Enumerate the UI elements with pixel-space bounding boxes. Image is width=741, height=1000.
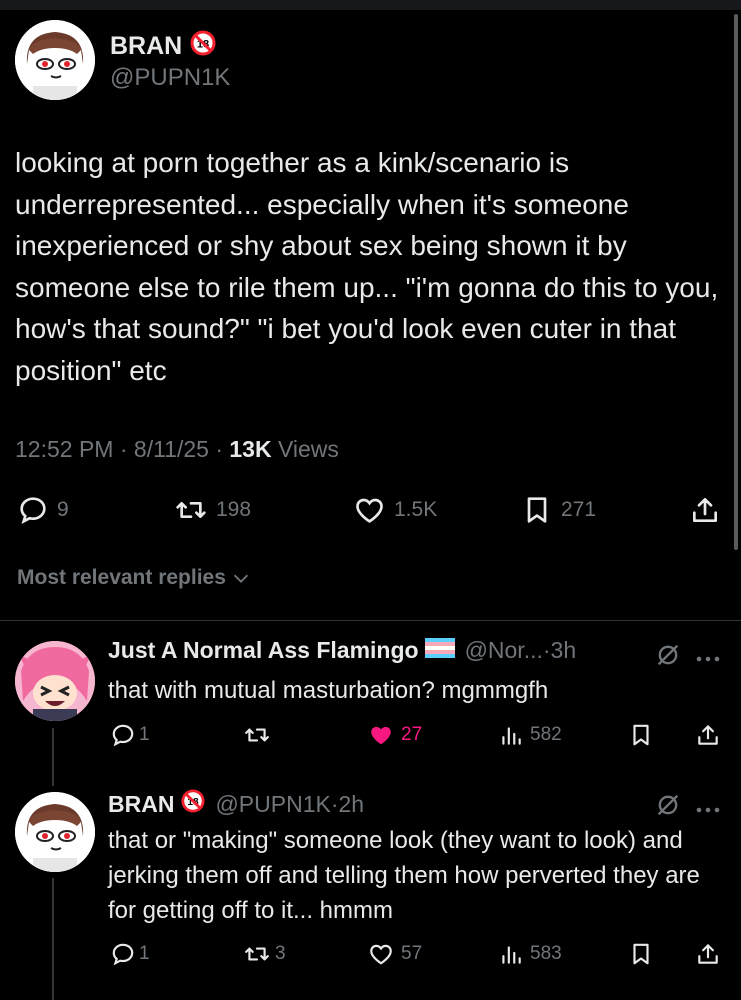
scrollbar[interactable]: [734, 14, 738, 550]
share-icon[interactable]: [689, 494, 721, 531]
like-count: 57: [401, 943, 423, 964]
heart-icon: [370, 944, 392, 965]
reply-button[interactable]: 9: [17, 494, 69, 526]
repost-icon: [176, 502, 206, 518]
trans-flag-icon: [424, 637, 455, 664]
heart-filled-icon: [371, 726, 391, 745]
bookmark-button[interactable]: 271: [521, 494, 596, 526]
reply-count: 1: [139, 943, 150, 964]
author-name[interactable]: BRAN: [110, 32, 182, 61]
reply-button[interactable]: 1: [110, 941, 150, 967]
views-bar-chart-icon: [502, 946, 521, 964]
avatar[interactable]: [15, 20, 95, 100]
reply-author-handle[interactable]: @Nor...: [465, 637, 543, 664]
bookmark-icon[interactable]: [628, 941, 654, 972]
share-icon[interactable]: [695, 941, 721, 972]
repost-button[interactable]: [243, 722, 275, 748]
reply-count: 9: [57, 498, 69, 521]
post-date[interactable]: 8/11/25: [134, 436, 209, 462]
reply-author-handle[interactable]: @PUPN1K: [215, 791, 330, 818]
bookmark-icon[interactable]: [628, 722, 654, 753]
views-count: 582: [530, 724, 562, 745]
reply-age[interactable]: 2h: [339, 791, 365, 818]
grok-icon[interactable]: [654, 641, 682, 674]
bookmark-count: 271: [561, 498, 597, 521]
reply-text: that or "making" someone look (they want…: [108, 827, 700, 924]
heart-icon: [356, 498, 383, 523]
views-count: 13K: [229, 436, 272, 462]
views-button[interactable]: 583: [498, 941, 562, 967]
author-handle[interactable]: @PUPN1K: [110, 64, 230, 92]
18-plus-badge-icon: 18: [181, 789, 205, 819]
views-count: 583: [530, 943, 562, 964]
reply-text: that with mutual masturbation? mgmmgfh: [108, 677, 549, 704]
repost-count: 3: [275, 943, 286, 964]
avatar[interactable]: [15, 641, 95, 721]
post-meta: 12:52 PM · 8/11/25 · 13K Views: [15, 436, 339, 462]
repost-icon: [245, 728, 269, 742]
reply-author-name[interactable]: BRAN: [108, 791, 174, 818]
share-icon[interactable]: [695, 722, 721, 753]
18-plus-badge-icon: 18: [190, 30, 216, 63]
avatar[interactable]: [15, 792, 95, 872]
reply-icon: [112, 724, 134, 747]
replies-sort-dropdown[interactable]: Most relevant replies: [17, 566, 252, 590]
post-time[interactable]: 12:52 PM: [15, 436, 113, 462]
more-options-icon[interactable]: [695, 801, 721, 819]
like-button[interactable]: 1.5K: [353, 494, 437, 526]
like-count: 27: [401, 724, 423, 745]
thread-line: [52, 878, 54, 1000]
chevron-down-icon: [233, 574, 248, 583]
views-bar-chart-icon: [502, 727, 521, 745]
reply-count: 1: [139, 724, 150, 745]
divider: [0, 620, 741, 621]
like-count: 1.5K: [394, 498, 438, 521]
grok-icon[interactable]: [654, 791, 682, 824]
like-button[interactable]: 27: [367, 722, 422, 748]
repost-button[interactable]: 198: [174, 494, 251, 526]
views-label: Views: [277, 436, 339, 462]
views-button[interactable]: 582: [498, 722, 562, 748]
like-button[interactable]: 57: [367, 941, 422, 967]
repost-icon: [245, 947, 269, 961]
reply-icon: [20, 497, 46, 524]
more-options-icon[interactable]: [695, 650, 721, 668]
reply-age[interactable]: 3h: [551, 637, 577, 664]
reply-icon: [112, 943, 134, 966]
reply-author-name[interactable]: Just A Normal Ass Flamingo: [108, 637, 419, 664]
replies-sort-label: Most relevant replies: [17, 566, 226, 589]
post-text: looking at porn together as a kink/scena…: [15, 147, 719, 386]
bookmark-icon: [527, 497, 547, 523]
repost-button[interactable]: 3: [243, 941, 286, 967]
repost-count: 198: [216, 498, 252, 521]
reply-button[interactable]: 1: [110, 722, 150, 748]
status-bar-strip: [0, 0, 741, 10]
thread-line: [52, 728, 54, 786]
